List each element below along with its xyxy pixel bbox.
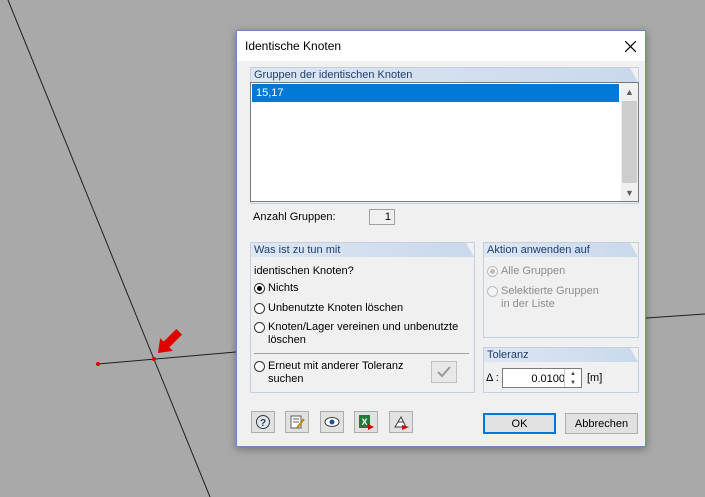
edit-icon <box>290 415 305 429</box>
radio-nothing[interactable]: Nichts <box>254 282 299 294</box>
group-count-value: 1 <box>369 209 395 225</box>
checkmark-icon <box>437 366 451 378</box>
radio-search-again[interactable]: Erneut mit anderer Toleranz suchen <box>254 360 404 386</box>
radio-selected-groups[interactable]: Selektierte Gruppen in der Liste <box>487 285 599 311</box>
member-line-right <box>645 313 705 319</box>
units-button[interactable] <box>389 411 413 433</box>
edit-button[interactable] <box>285 411 309 433</box>
view-icon <box>324 417 340 427</box>
member-line-diagonal <box>7 0 211 497</box>
svg-text:?: ? <box>260 418 266 429</box>
what-to-do-subheading: identischen Knoten? <box>254 265 354 277</box>
excel-export-button[interactable]: X <box>354 411 378 433</box>
tolerance-header: Toleranz <box>484 348 638 362</box>
tolerance-spin-buttons[interactable]: ▲ ▼ <box>564 369 581 387</box>
identical-nodes-dialog: Identische Knoten Gruppen der identische… <box>236 30 646 447</box>
spin-up-icon[interactable]: ▲ <box>565 369 581 378</box>
node-marker[interactable] <box>96 362 100 366</box>
radio-selected-groups-label: Selektierte Gruppen in der Liste <box>501 285 599 310</box>
view-button[interactable] <box>320 411 344 433</box>
dialog-title: Identische Knoten <box>245 39 342 53</box>
red-arrow-icon <box>158 328 183 353</box>
scroll-down-icon[interactable]: ▼ <box>621 184 638 201</box>
scroll-up-icon[interactable]: ▲ <box>621 83 638 100</box>
ok-button[interactable]: OK <box>483 413 556 434</box>
radio-indicator[interactable] <box>487 286 498 297</box>
node-marker-identical[interactable] <box>152 357 156 361</box>
radio-delete-unused[interactable]: Unbenutzte Knoten löschen <box>254 302 403 314</box>
excel-export-icon: X <box>359 415 374 430</box>
radio-indicator[interactable] <box>487 266 498 277</box>
radio-search-again-label: Erneut mit anderer Toleranz suchen <box>268 360 404 385</box>
list-scrollbar[interactable]: ▲ ▼ <box>621 83 638 201</box>
radio-nothing-label: Nichts <box>268 282 299 294</box>
help-button[interactable]: ? <box>251 411 275 433</box>
radio-indicator[interactable] <box>254 283 265 294</box>
radio-merge-nodes[interactable]: Knoten/Lager vereinen und unbenutzte lös… <box>254 321 458 347</box>
identical-groups-list[interactable]: 15,17 ▲ ▼ <box>250 82 639 202</box>
close-icon <box>624 40 636 52</box>
svg-text:X: X <box>361 417 367 427</box>
group-count-label: Anzahl Gruppen: <box>253 211 336 223</box>
radio-indicator[interactable] <box>254 322 265 333</box>
tolerance-unit: [m] <box>587 372 603 384</box>
tolerance-stepper[interactable]: ▲ ▼ <box>502 368 582 389</box>
tolerance-symbol: Δ : <box>486 372 499 384</box>
apply-tolerance-button[interactable] <box>431 361 457 383</box>
radio-merge-label: Knoten/Lager vereinen und unbenutzte lös… <box>268 321 459 346</box>
radio-indicator[interactable] <box>254 303 265 314</box>
radio-delete-unused-label: Unbenutzte Knoten löschen <box>268 302 404 314</box>
member-line-horizontal <box>97 351 237 365</box>
scroll-thumb[interactable] <box>622 101 637 183</box>
section-divider <box>254 353 469 354</box>
radio-indicator[interactable] <box>254 361 265 372</box>
tolerance-input[interactable] <box>503 369 569 389</box>
help-icon: ? <box>256 415 270 429</box>
dialog-titlebar: Identische Knoten <box>237 31 645 61</box>
list-item[interactable]: 15,17 <box>252 84 619 102</box>
cancel-button[interactable]: Abbrechen <box>565 413 638 434</box>
close-button[interactable] <box>615 31 645 61</box>
spin-down-icon[interactable]: ▼ <box>565 378 581 387</box>
units-icon <box>394 415 409 430</box>
groups-section-header: Gruppen der identischen Knoten <box>251 68 638 82</box>
what-to-do-header: Was ist zu tun mit <box>251 243 474 257</box>
radio-all-groups[interactable]: Alle Gruppen <box>487 265 565 277</box>
radio-all-groups-label: Alle Gruppen <box>501 265 566 277</box>
apply-action-header: Aktion anwenden auf <box>484 243 638 257</box>
